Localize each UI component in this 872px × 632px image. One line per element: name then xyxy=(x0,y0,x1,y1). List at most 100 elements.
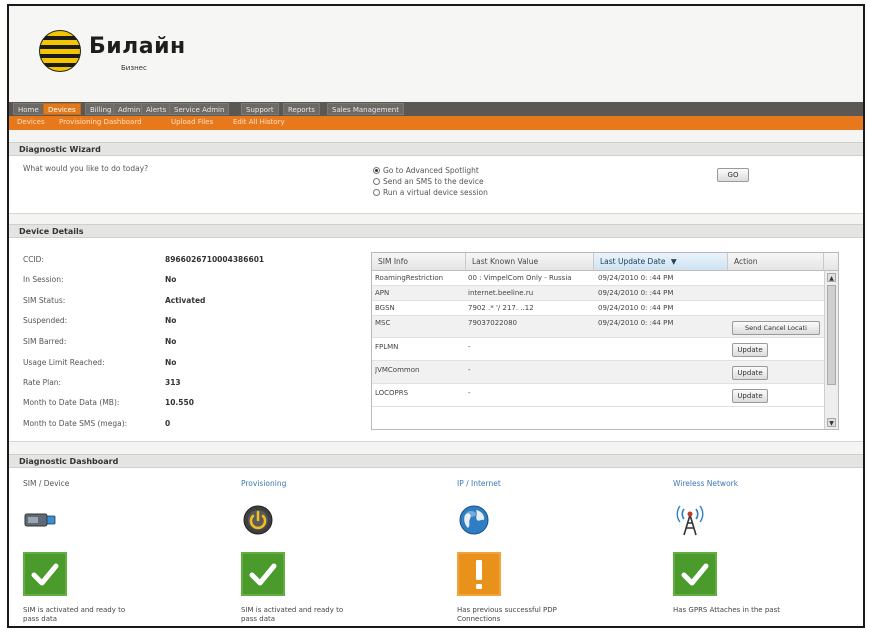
nav-alerts[interactable]: Alerts xyxy=(141,103,172,115)
cell-sim-info: JVMCommon xyxy=(375,366,420,374)
column-header-last-known-value[interactable]: Last Known Value xyxy=(466,253,594,271)
dashboard-desc-sim-device: SIM is activated and ready to pass data xyxy=(23,606,126,623)
dashboard-panel xyxy=(9,468,863,626)
antenna-icon xyxy=(673,503,707,537)
nav-billing[interactable]: Billing xyxy=(85,103,117,115)
cell-last-known-value: 7902 .* '/ 217. ..12 xyxy=(468,304,534,312)
table-row[interactable]: BGSN 7902 .* '/ 217. ..12 09/24/2010 0: … xyxy=(372,301,824,316)
table-row[interactable]: FPLMN - Update xyxy=(372,338,824,361)
table-header-spacer xyxy=(824,253,838,271)
cell-sim-info: APN xyxy=(375,289,390,297)
subnav-devices[interactable]: Devices xyxy=(17,118,45,126)
dashboard-heading-wireless-network[interactable]: Wireless Network xyxy=(673,479,738,488)
nav-devices[interactable]: Devices xyxy=(43,103,81,115)
field-value-sim-status: Activated xyxy=(165,296,206,305)
cell-last-known-value: 00 : VimpelCom Only - Russia xyxy=(468,274,572,282)
cell-sim-info: LOCOPRS xyxy=(375,389,409,397)
cell-last-known-value: - xyxy=(468,343,471,351)
sim-card-icon xyxy=(23,503,57,537)
status-ok-provisioning xyxy=(241,552,285,596)
scroll-down-arrow-icon[interactable]: ▼ xyxy=(827,418,836,427)
field-label-sim-status: SIM Status: xyxy=(23,296,66,305)
go-button[interactable]: GO xyxy=(717,168,749,182)
field-label-sim-barred: SIM Barred: xyxy=(23,337,67,346)
field-label-suspended: Suspended: xyxy=(23,316,68,325)
cell-last-known-value: - xyxy=(468,389,471,397)
field-value-rate-plan: 313 xyxy=(165,378,181,387)
cell-sim-info: FPLMN xyxy=(375,343,399,351)
nav-reports[interactable]: Reports xyxy=(283,103,320,115)
field-label-mtd-sms: Month to Date SMS (mega): xyxy=(23,419,128,428)
column-header-last-update-date-label: Last Update Date xyxy=(600,257,666,266)
field-label-usage-limit: Usage Limit Reached: xyxy=(23,358,105,367)
subnav-edit-all-history[interactable]: Edit All History xyxy=(233,118,285,126)
send-cancel-location-button[interactable]: Send Cancel Locati xyxy=(732,321,820,335)
option-virtual-session-label[interactable]: Run a virtual device session xyxy=(383,188,488,197)
main-nav: Home Devices Billing Admin Alerts Servic… xyxy=(9,102,863,116)
sort-descending-icon: ▼ xyxy=(670,257,677,266)
status-ok-wireless-network xyxy=(673,552,717,596)
nav-support[interactable]: Support xyxy=(241,103,279,115)
cell-last-known-value: 79037022080 xyxy=(468,319,517,327)
update-button[interactable]: Update xyxy=(732,366,768,380)
field-value-mtd-data: 10.550 xyxy=(165,398,194,407)
power-icon xyxy=(241,503,275,537)
header: Билайн Бизнес xyxy=(9,6,863,100)
cell-last-update-date: 09/24/2010 0: :44 PM xyxy=(598,274,674,282)
subnav-provisioning-dashboard[interactable]: Provisioning Dashboard xyxy=(59,118,142,126)
field-value-in-session: No xyxy=(165,275,177,284)
dashboard-heading-provisioning[interactable]: Provisioning xyxy=(241,479,286,488)
wizard-section-title: Diagnostic Wizard xyxy=(9,142,863,156)
beeline-logo-icon xyxy=(39,30,81,72)
table-row[interactable]: LOCOPRS - Update xyxy=(372,384,824,407)
table-scrollbar[interactable]: ▲ ▼ xyxy=(824,271,838,429)
cell-last-update-date: 09/24/2010 0: :44 PM xyxy=(598,304,674,312)
dashboard-desc-provisioning: SIM is activated and ready to pass data xyxy=(241,606,344,623)
globe-icon xyxy=(457,503,491,537)
option-send-sms-label[interactable]: Send an SMS to the device xyxy=(383,177,484,186)
table-row[interactable]: RoamingRestriction 00 : VimpelCom Only -… xyxy=(372,271,824,286)
field-label-rate-plan: Rate Plan: xyxy=(23,378,62,387)
column-header-sim-info[interactable]: SIM Info xyxy=(372,253,466,271)
column-header-last-update-date[interactable]: Last Update Date ▼ xyxy=(594,253,728,271)
sub-nav: Devices Provisioning Dashboard Upload Fi… xyxy=(9,116,863,130)
cell-sim-info: RoamingRestriction xyxy=(375,274,444,282)
option-advanced-spotlight-label[interactable]: Go to Advanced Spotlight xyxy=(383,166,479,175)
device-section-title: Device Details xyxy=(9,224,863,238)
scroll-up-arrow-icon[interactable]: ▲ xyxy=(827,273,836,282)
cell-last-update-date: 09/24/2010 0: :44 PM xyxy=(598,319,674,327)
status-ok-sim-device xyxy=(23,552,67,596)
update-button[interactable]: Update xyxy=(732,389,768,403)
subnav-upload-files[interactable]: Upload Files xyxy=(171,118,213,126)
dashboard-heading-ip-internet[interactable]: IP / Internet xyxy=(457,479,501,488)
field-value-suspended: No xyxy=(165,316,177,325)
update-button[interactable]: Update xyxy=(732,343,768,357)
field-value-ccid: 8966026710004386601 xyxy=(165,255,265,264)
nav-home[interactable]: Home xyxy=(13,103,44,115)
option-virtual-session-radio[interactable] xyxy=(373,189,380,196)
cell-last-known-value: internet.beeline.ru xyxy=(468,289,534,297)
cell-last-update-date: 09/24/2010 0: :44 PM xyxy=(598,289,674,297)
field-label-ccid: CCID: xyxy=(23,255,44,264)
option-send-sms-radio[interactable] xyxy=(373,178,380,185)
dashboard-section-title: Diagnostic Dashboard xyxy=(9,454,863,468)
cell-sim-info: MSC xyxy=(375,319,391,327)
app-window: Билайн Бизнес Home Devices Billing Admin… xyxy=(7,4,865,628)
nav-sales-management[interactable]: Sales Management xyxy=(327,103,404,115)
field-label-in-session: In Session: xyxy=(23,275,64,284)
scroll-thumb[interactable] xyxy=(827,285,836,385)
status-warning-ip-internet xyxy=(457,552,501,596)
brand-name: Билайн xyxy=(89,34,186,59)
field-label-mtd-data: Month to Date Data (MB): xyxy=(23,398,120,407)
cell-sim-info: BGSN xyxy=(375,304,395,312)
option-advanced-spotlight-radio[interactable] xyxy=(373,167,380,174)
table-row[interactable]: APN internet.beeline.ru 09/24/2010 0: :4… xyxy=(372,286,824,301)
cell-last-known-value: - xyxy=(468,366,471,374)
nav-service-admin[interactable]: Service Admin xyxy=(169,103,230,115)
table-row[interactable]: MSC 79037022080 09/24/2010 0: :44 PM Sen… xyxy=(372,316,824,338)
field-value-sim-barred: No xyxy=(165,337,177,346)
dashboard-desc-wireless-network: Has GPRS Attaches in the past xyxy=(673,606,780,614)
field-value-usage-limit: No xyxy=(165,358,177,367)
column-header-action[interactable]: Action xyxy=(728,253,824,271)
table-row[interactable]: JVMCommon - Update xyxy=(372,361,824,384)
